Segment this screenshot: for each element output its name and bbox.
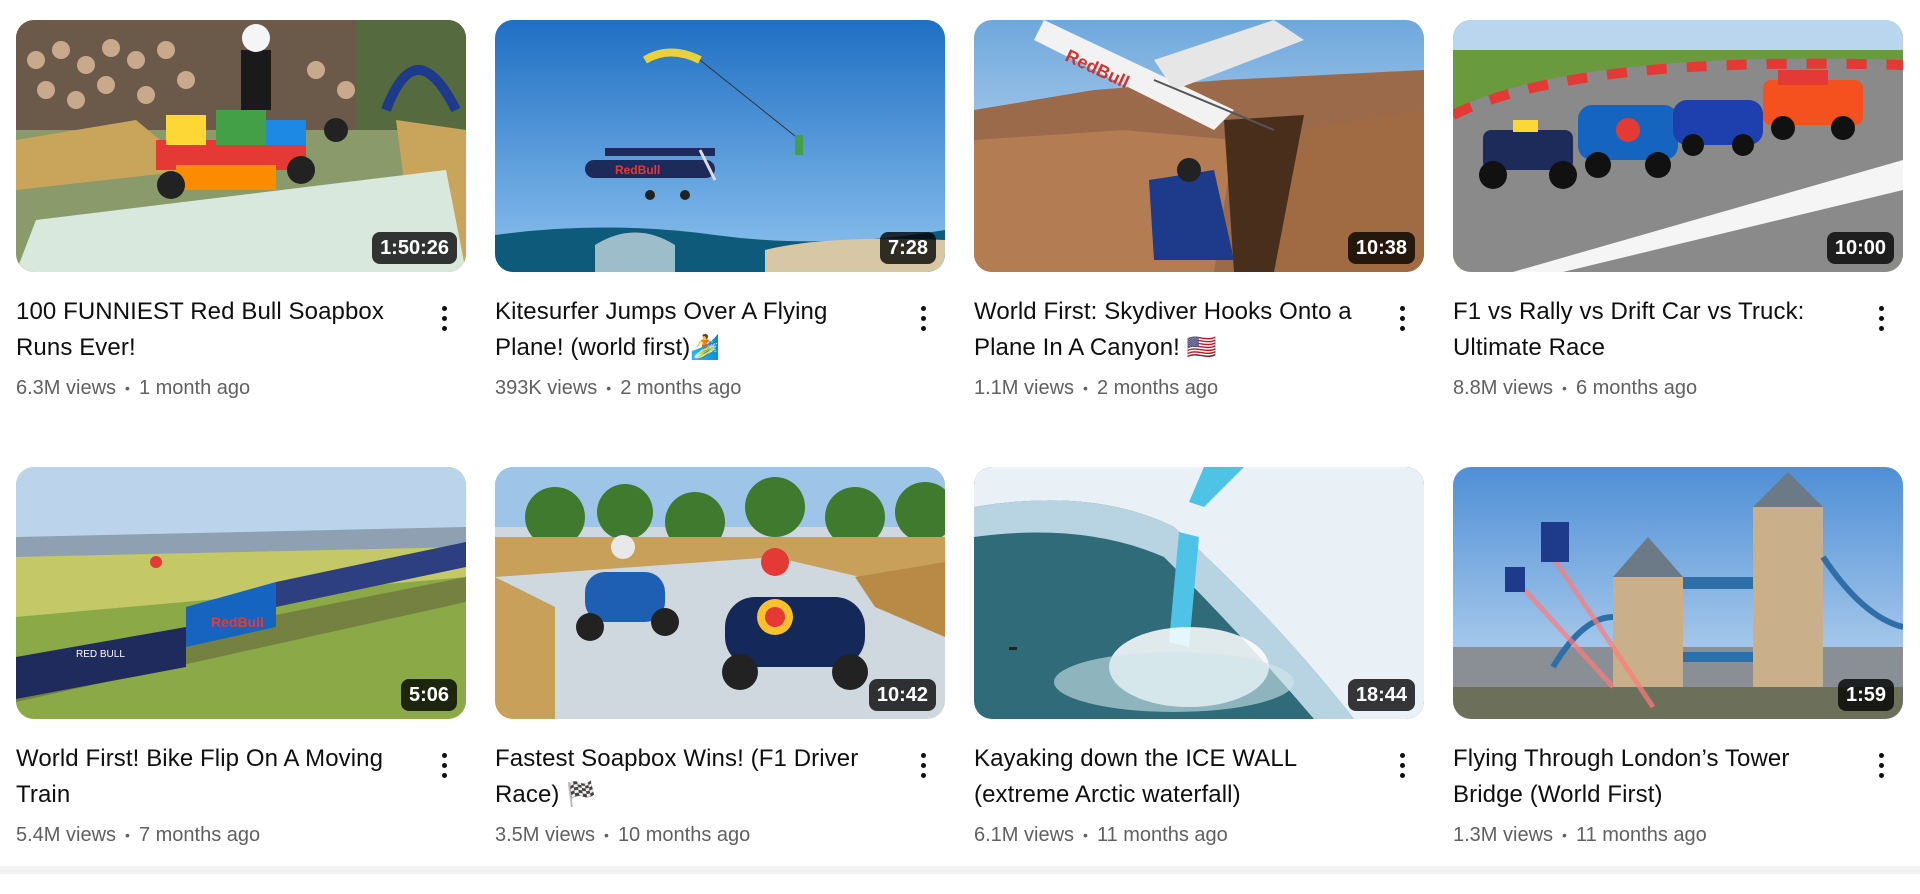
upload-age: 11 months ago bbox=[1576, 821, 1707, 849]
duration-badge: 18:44 bbox=[1348, 679, 1415, 711]
upload-age: 11 months ago bbox=[1097, 821, 1228, 849]
video-details: F1 vs Rally vs Drift Car vs Truck: Ultim… bbox=[1453, 272, 1903, 402]
video-title[interactable]: Kayaking down the ICE WALL (extreme Arct… bbox=[974, 741, 1374, 813]
duration-badge: 1:59 bbox=[1838, 679, 1894, 711]
upload-age: 2 months ago bbox=[1097, 374, 1218, 402]
video-card[interactable]: RedBull 7:28 Kitesurfer Jumps Over A Fly… bbox=[495, 20, 945, 467]
more-actions-icon[interactable] bbox=[1863, 300, 1899, 336]
view-count: 6.3M views bbox=[16, 374, 116, 402]
video-details: Flying Through London’s Tower Bridge (Wo… bbox=[1453, 719, 1903, 849]
upload-age: 1 month ago bbox=[139, 374, 250, 402]
svg-text:RED BULL: RED BULL bbox=[76, 649, 125, 660]
view-count: 5.4M views bbox=[16, 821, 116, 849]
video-title[interactable]: World First: Skydiver Hooks Onto a Plane… bbox=[974, 294, 1374, 366]
video-details: Kayaking down the ICE WALL (extreme Arct… bbox=[974, 719, 1424, 849]
bike-train-thumbnail: RED BULL RedBull bbox=[16, 467, 466, 719]
svg-text:RedBull: RedBull bbox=[615, 163, 660, 177]
tower-bridge-thumbnail bbox=[1453, 467, 1903, 719]
video-title[interactable]: World First! Bike Flip On A Moving Train bbox=[16, 741, 416, 813]
video-card[interactable]: RED BULL RedBull 5:06 World First! Bike … bbox=[16, 467, 466, 894]
video-stats: 5.4M views • 7 months ago bbox=[16, 821, 416, 849]
video-details: 100 FUNNIEST Red Bull Soapbox Runs Ever!… bbox=[16, 272, 466, 402]
video-title[interactable]: 100 FUNNIEST Red Bull Soapbox Runs Ever! bbox=[16, 294, 416, 366]
view-count: 6.1M views bbox=[974, 821, 1074, 849]
video-thumbnail[interactable]: 18:44 bbox=[974, 467, 1424, 719]
video-title[interactable]: F1 vs Rally vs Drift Car vs Truck: Ultim… bbox=[1453, 294, 1853, 366]
duration-badge: 10:42 bbox=[869, 679, 936, 711]
video-stats: 8.8M views • 6 months ago bbox=[1453, 374, 1853, 402]
video-stats: 6.1M views • 11 months ago bbox=[974, 821, 1374, 849]
view-count: 8.8M views bbox=[1453, 374, 1553, 402]
separator-dot: • bbox=[125, 821, 130, 849]
more-actions-icon[interactable] bbox=[905, 300, 941, 336]
svg-text:RedBull: RedBull bbox=[211, 614, 264, 630]
separator-dot: • bbox=[1083, 374, 1088, 402]
video-thumbnail[interactable]: 10:42 bbox=[495, 467, 945, 719]
video-grid: 1:50:26 100 FUNNIEST Red Bull Soapbox Ru… bbox=[16, 20, 1903, 894]
more-actions-icon[interactable] bbox=[1863, 747, 1899, 783]
more-actions-icon[interactable] bbox=[1384, 747, 1420, 783]
kitesurfer-plane-thumbnail: RedBull bbox=[495, 20, 945, 272]
separator-dot: • bbox=[1562, 374, 1567, 402]
upload-age: 10 months ago bbox=[618, 821, 750, 849]
video-card[interactable]: 10:42 Fastest Soapbox Wins! (F1 Driver R… bbox=[495, 467, 945, 894]
video-stats: 1.3M views • 11 months ago bbox=[1453, 821, 1853, 849]
video-thumbnail[interactable]: RED BULL RedBull 5:06 bbox=[16, 467, 466, 719]
view-count: 3.5M views bbox=[495, 821, 595, 849]
video-card[interactable]: 18:44 Kayaking down the ICE WALL (extrem… bbox=[974, 467, 1424, 894]
video-stats: 393K views • 2 months ago bbox=[495, 374, 895, 402]
video-card[interactable]: 1:59 Flying Through London’s Tower Bridg… bbox=[1453, 467, 1903, 894]
video-details: World First! Bike Flip On A Moving Train… bbox=[16, 719, 466, 849]
video-thumbnail[interactable]: RedBull 7:28 bbox=[495, 20, 945, 272]
video-card[interactable]: 10:00 F1 vs Rally vs Drift Car vs Truck:… bbox=[1453, 20, 1903, 467]
video-thumbnail[interactable]: 1:50:26 bbox=[16, 20, 466, 272]
separator-dot: • bbox=[125, 374, 130, 402]
view-count: 1.3M views bbox=[1453, 821, 1553, 849]
video-title[interactable]: Fastest Soapbox Wins! (F1 Driver Race) 🏁 bbox=[495, 741, 895, 813]
separator-dot: • bbox=[1083, 821, 1088, 849]
video-thumbnail[interactable]: 10:00 bbox=[1453, 20, 1903, 272]
separator-dot: • bbox=[604, 821, 609, 849]
more-actions-icon[interactable] bbox=[1384, 300, 1420, 336]
bottom-divider bbox=[0, 866, 1920, 874]
video-thumbnail[interactable]: 1:59 bbox=[1453, 467, 1903, 719]
upload-age: 2 months ago bbox=[620, 374, 741, 402]
duration-badge: 10:38 bbox=[1348, 232, 1415, 264]
separator-dot: • bbox=[606, 374, 611, 402]
video-title[interactable]: Flying Through London’s Tower Bridge (Wo… bbox=[1453, 741, 1853, 813]
video-details: Fastest Soapbox Wins! (F1 Driver Race) 🏁… bbox=[495, 719, 945, 849]
duration-badge: 7:28 bbox=[880, 232, 936, 264]
video-details: Kitesurfer Jumps Over A Flying Plane! (w… bbox=[495, 272, 945, 402]
more-actions-icon[interactable] bbox=[426, 747, 462, 783]
view-count: 393K views bbox=[495, 374, 597, 402]
more-actions-icon[interactable] bbox=[426, 300, 462, 336]
video-details: World First: Skydiver Hooks Onto a Plane… bbox=[974, 272, 1424, 402]
view-count: 1.1M views bbox=[974, 374, 1074, 402]
duration-badge: 1:50:26 bbox=[372, 232, 457, 264]
upload-age: 7 months ago bbox=[139, 821, 260, 849]
upload-age: 6 months ago bbox=[1576, 374, 1697, 402]
separator-dot: • bbox=[1562, 821, 1567, 849]
video-card[interactable]: RedBull 10:38 World First: Skydiver Hook… bbox=[974, 20, 1424, 467]
video-stats: 3.5M views • 10 months ago bbox=[495, 821, 895, 849]
video-thumbnail[interactable]: RedBull 10:38 bbox=[974, 20, 1424, 272]
video-stats: 6.3M views • 1 month ago bbox=[16, 374, 416, 402]
more-actions-icon[interactable] bbox=[905, 747, 941, 783]
video-title[interactable]: Kitesurfer Jumps Over A Flying Plane! (w… bbox=[495, 294, 895, 366]
duration-badge: 5:06 bbox=[401, 679, 457, 711]
duration-badge: 10:00 bbox=[1827, 232, 1894, 264]
video-stats: 1.1M views • 2 months ago bbox=[974, 374, 1374, 402]
video-card[interactable]: 1:50:26 100 FUNNIEST Red Bull Soapbox Ru… bbox=[16, 20, 466, 467]
